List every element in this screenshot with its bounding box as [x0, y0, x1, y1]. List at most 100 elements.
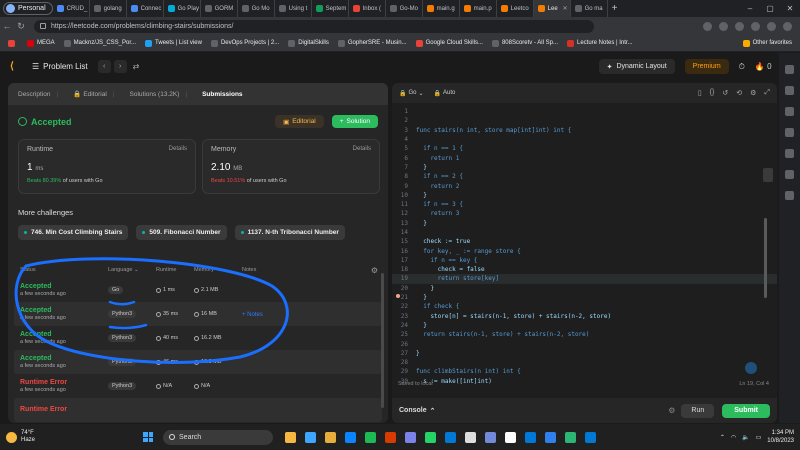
runtime-card[interactable]: Runtime Details 1 ms Beats 80.39% of use… — [18, 139, 196, 194]
dynamic-layout-button[interactable]: ✦ Dynamic Layout — [598, 59, 675, 74]
taskbar-app-icon[interactable] — [545, 431, 557, 443]
taskbar-app-icon[interactable] — [465, 431, 477, 443]
settings-icon[interactable]: ⚙ — [668, 406, 675, 415]
windows-start-icon[interactable] — [143, 432, 154, 442]
sidebar-app-icon[interactable] — [785, 128, 794, 137]
code-line[interactable]: 17 if n == key { — [392, 256, 777, 265]
browser-tab[interactable]: Lee ✕ — [533, 0, 571, 17]
header-status[interactable]: Status — [20, 267, 108, 273]
minimap-toggle[interactable] — [763, 168, 773, 182]
browser-tab[interactable]: Using t — [275, 0, 312, 17]
add-notes-button[interactable]: + Notes — [242, 312, 263, 318]
mode-select[interactable]: 🔒 Auto — [434, 90, 456, 97]
table-row[interactable]: Accepted a few seconds ago Python3 35 ms 16 … — [14, 302, 382, 326]
code-line[interactable]: 12 return 3 — [392, 209, 777, 218]
code-line[interactable]: 3 func stairs(n int, store map[int]int) i… — [392, 126, 777, 135]
challenge-chip[interactable]: 746. Min Cost Climbing Stairs — [18, 225, 129, 240]
battery-icon[interactable]: ▭ — [756, 434, 762, 441]
bookmark-item[interactable]: 808Scoretv - All Sp... — [491, 39, 558, 47]
taskbar-app-icon[interactable] — [285, 431, 297, 443]
url-field[interactable]: https://leetcode.com/problems/climbing-s… — [34, 19, 594, 33]
code-line[interactable]: 22 if check { — [392, 302, 777, 311]
sidebar-app-icon[interactable] — [785, 170, 794, 179]
code-line[interactable]: 18 check = false — [392, 265, 777, 274]
bookmark-item[interactable]: GopherSRE - Musin... — [337, 39, 407, 47]
new-tab-button[interactable]: + — [608, 3, 622, 14]
submission-status[interactable]: Runtime Error — [20, 379, 108, 386]
header-language[interactable]: Language ⌄ — [108, 267, 156, 273]
extension-icon[interactable] — [703, 21, 712, 31]
volume-icon[interactable]: 🔈 — [742, 434, 749, 441]
submission-status[interactable]: Runtime Error — [20, 406, 108, 413]
code-area[interactable]: 1 2 3 func stairs(n int, store map[int]int)… — [392, 107, 777, 385]
code-line[interactable]: 21 } — [392, 293, 777, 302]
taskbar-app-icon[interactable] — [485, 431, 497, 443]
table-row[interactable]: Runtime Error — [14, 398, 382, 422]
memory-details-link[interactable]: Details — [353, 146, 371, 153]
browser-tab[interactable]: Leetco — [497, 0, 534, 17]
sidebar-app-icon[interactable] — [785, 149, 794, 158]
submit-button[interactable]: Submit — [722, 403, 770, 418]
taskbar-app-icon[interactable] — [385, 431, 397, 443]
bookmark-item[interactable]: DevOps Projects | 2... — [210, 39, 279, 47]
taskbar-app-icon[interactable] — [525, 431, 537, 443]
taskbar-app-icon[interactable] — [325, 431, 337, 443]
submission-status[interactable]: Accepted — [20, 283, 108, 290]
leetcode-logo[interactable]: ⟨ — [10, 61, 22, 73]
browser-tab[interactable]: Go-Mo — [386, 0, 423, 17]
console-toggle[interactable]: Console ⌃ — [399, 407, 436, 415]
sidebar-app-icon[interactable] — [785, 107, 794, 116]
chevron-up-icon[interactable]: ⌃ — [720, 434, 725, 441]
code-line[interactable]: 5 if n == 1 { — [392, 144, 777, 153]
problem-list-link[interactable]: ☰ Problem List — [32, 62, 88, 71]
bookmark-item[interactable]: Tweets | List view — [145, 39, 202, 47]
memory-card[interactable]: Memory Details 2.10 MB Beats 10.51% of u… — [202, 139, 380, 194]
braces-icon[interactable]: {} — [710, 89, 715, 97]
bookmark-item[interactable]: Other favorites — [742, 39, 792, 47]
close-icon[interactable]: ✕ — [780, 4, 800, 13]
code-line[interactable]: 20 } — [392, 284, 777, 293]
scrollbar[interactable] — [381, 273, 384, 408]
premium-button[interactable]: Premium — [684, 59, 729, 74]
extension-icon[interactable] — [767, 21, 776, 31]
tab-editorial[interactable]: 🔒 Editorial | — [67, 83, 120, 105]
taskbar-app-icon[interactable] — [585, 431, 597, 443]
bookmark-item[interactable]: MEGA — [27, 39, 55, 47]
prev-problem-button[interactable]: ‹ — [97, 60, 111, 73]
code-line[interactable]: 7 } — [392, 163, 777, 172]
submission-status[interactable]: Accepted — [20, 331, 108, 338]
taskbar-app-icon[interactable] — [365, 431, 377, 443]
code-line[interactable]: 2 — [392, 116, 777, 125]
browser-tab[interactable]: CRUD_ — [53, 0, 90, 17]
refresh-icon[interactable]: ↻ — [14, 21, 28, 32]
code-line[interactable]: 14 — [392, 228, 777, 237]
reset-icon[interactable]: ↺ — [722, 89, 728, 97]
menu-icon[interactable] — [783, 21, 792, 31]
language-select[interactable]: 🔒 Go ⌄ — [399, 90, 424, 97]
taskbar-search[interactable]: Search — [163, 429, 274, 445]
clock[interactable]: 1:34 PM 10/8/2023 — [767, 429, 794, 445]
tab-solutions[interactable]: Solutions (13.2K) | — [124, 83, 194, 105]
profile-button[interactable]: Personal — [3, 2, 53, 15]
extension-icon[interactable] — [735, 21, 744, 31]
close-tab-icon[interactable]: ✕ — [563, 5, 568, 12]
shuffle-icon[interactable]: ⇄ — [133, 62, 140, 71]
sidebar-app-icon[interactable] — [785, 65, 794, 74]
browser-tab[interactable]: Go Play — [164, 0, 201, 17]
back-icon[interactable]: ← — [0, 21, 14, 31]
header-runtime[interactable]: Runtime — [156, 267, 194, 273]
code-line[interactable]: 13 } — [392, 219, 777, 228]
bookmark-item[interactable]: DigitalSkills — [288, 39, 329, 47]
browser-tab[interactable]: Connec — [127, 0, 164, 17]
tab-description[interactable]: Description | — [12, 83, 64, 105]
code-line[interactable]: 6 return 1 — [392, 153, 777, 162]
code-line[interactable]: 16 for key, _ := range store { — [392, 246, 777, 255]
code-line[interactable]: 9 return 2 — [392, 181, 777, 190]
run-button[interactable]: Run — [681, 403, 715, 418]
weather-widget[interactable]: 74°F Haze — [6, 430, 35, 444]
wifi-icon[interactable]: ◠ — [731, 434, 736, 441]
browser-tab[interactable]: GORM — [201, 0, 238, 17]
table-row[interactable]: Runtime Error a few seconds ago Python3 N/A… — [14, 374, 382, 398]
solution-button[interactable]: + Solution — [331, 115, 378, 128]
code-line[interactable]: 26 — [392, 339, 777, 348]
